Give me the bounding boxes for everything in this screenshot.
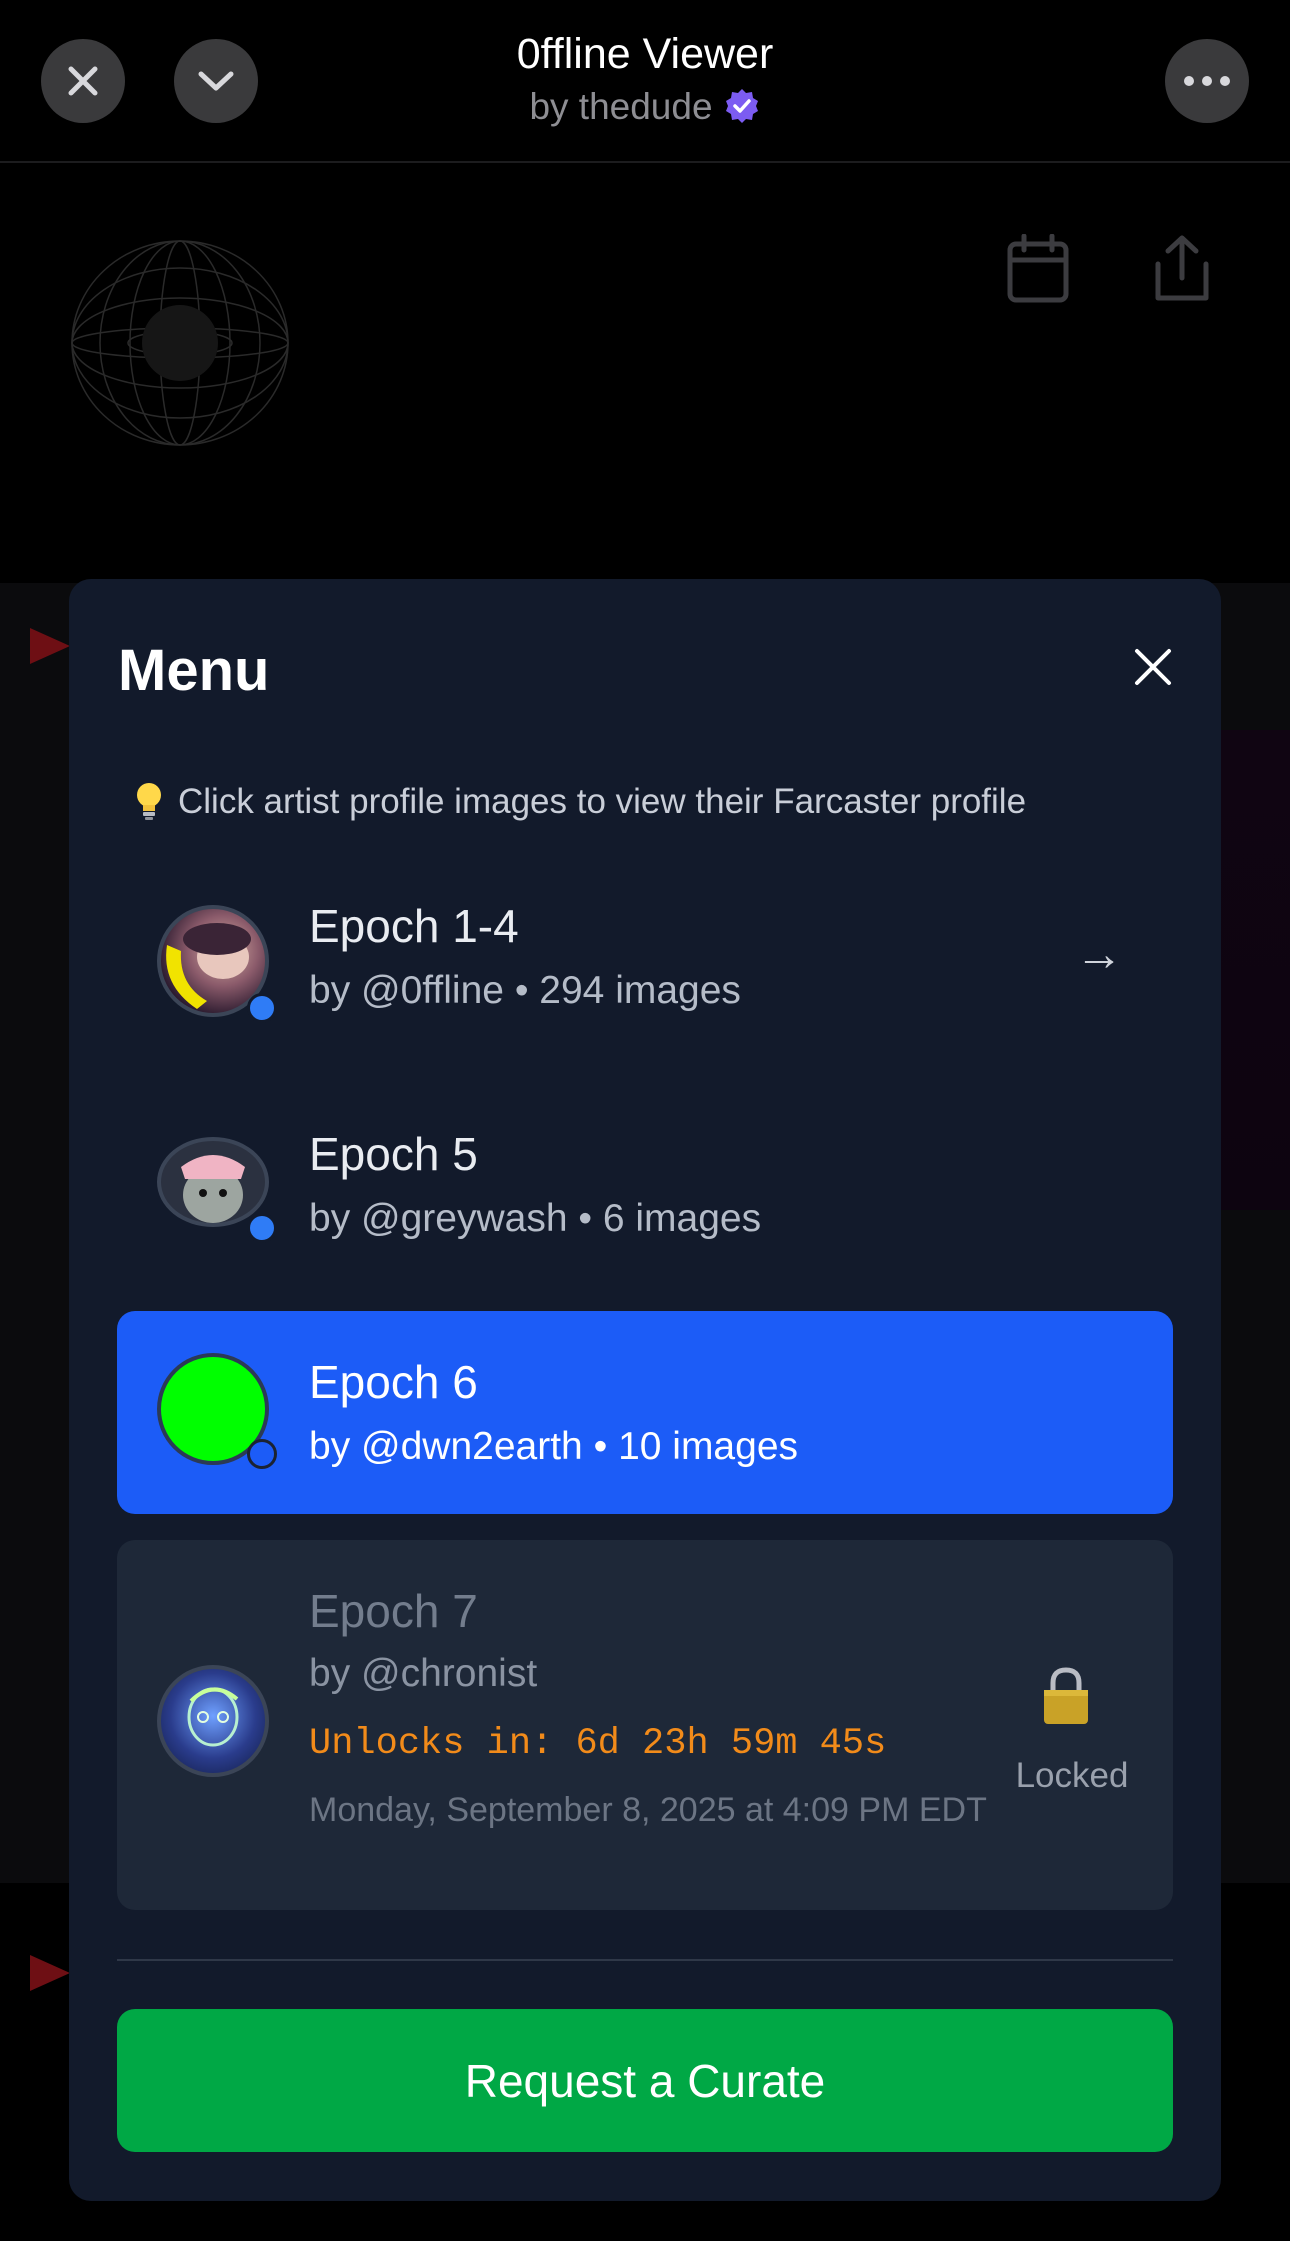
row-subtitle: by @0ffline • 294 images xyxy=(309,969,741,1012)
menu-title: Menu xyxy=(118,638,270,703)
locked-label: Locked xyxy=(1015,1756,1129,1795)
request-curate-button[interactable]: Request a Curate xyxy=(117,2009,1173,2152)
epoch-row-5[interactable]: Epoch 5 by @greywash • 6 images xyxy=(117,1097,1173,1297)
row-title: Epoch 1-4 xyxy=(309,900,519,952)
epoch-row-7: Epoch 7 by @chronist Unlocks in: 6d 23h … xyxy=(117,1540,1173,1910)
arrow-right-icon: → xyxy=(1075,928,1123,981)
globe-logo-icon xyxy=(71,240,289,446)
lock-icon xyxy=(1044,1667,1088,1724)
app-byline: by thedude xyxy=(0,86,1290,134)
calendar-icon[interactable] xyxy=(1006,234,1070,304)
row-title: Epoch 7 xyxy=(309,1585,478,1637)
row-subtitle: by @chronist xyxy=(309,1652,538,1695)
background-mark xyxy=(30,1955,70,1991)
share-icon[interactable] xyxy=(1150,234,1214,304)
menu-modal: Menu Click artist profile images to view… xyxy=(69,579,1221,2201)
verified-badge-icon xyxy=(723,87,761,134)
row-subtitle: by @greywash • 6 images xyxy=(309,1197,762,1240)
unlock-countdown: Unlocks in: 6d 23h 59m 45s xyxy=(309,1723,887,1765)
epoch-row-6[interactable]: Epoch 6 by @dwn2earth • 10 images xyxy=(117,1311,1173,1514)
background-mark xyxy=(30,628,70,664)
close-icon[interactable] xyxy=(1131,645,1175,689)
artist-avatar-greywash[interactable] xyxy=(157,1137,269,1227)
artist-avatar-chronist[interactable] xyxy=(157,1665,269,1777)
app-title: 0ffline Viewer xyxy=(516,30,774,78)
byline-text: by thedude xyxy=(529,86,713,127)
online-indicator xyxy=(247,1439,277,1469)
row-title: Epoch 5 xyxy=(309,1128,478,1180)
row-title: Epoch 6 xyxy=(309,1356,478,1408)
divider xyxy=(117,1959,1173,1961)
more-icon xyxy=(1184,76,1230,86)
lightbulb-icon xyxy=(134,781,164,830)
online-indicator xyxy=(247,993,277,1023)
row-subtitle: by @dwn2earth • 10 images xyxy=(309,1425,799,1468)
tip-banner: Click artist profile images to view thei… xyxy=(134,781,1026,830)
more-options-button[interactable] xyxy=(1165,39,1249,123)
tip-text: Click artist profile images to view thei… xyxy=(178,782,1027,821)
epoch-row-1-4[interactable]: Epoch 1-4 by @0ffline • 294 images → xyxy=(117,869,1173,1069)
unlock-date: Monday, September 8, 2025 at 4:09 PM EDT xyxy=(309,1791,987,1829)
top-bar: 0ffline Viewer by thedude xyxy=(0,0,1290,163)
online-indicator xyxy=(247,1213,277,1243)
